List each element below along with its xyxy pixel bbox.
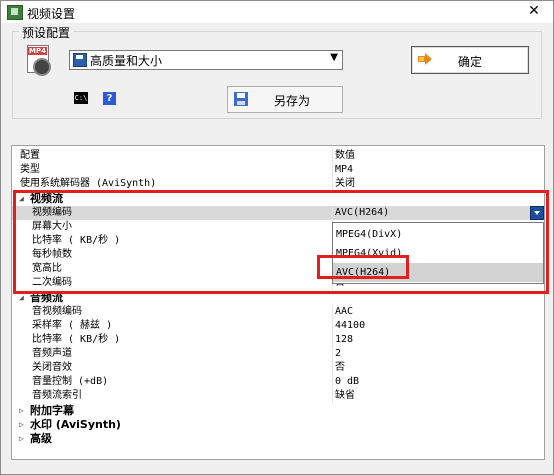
property-row-type[interactable]: 类型 MP4 [12,163,544,177]
ok-button[interactable]: 确定 [411,46,529,74]
expand-icon[interactable]: ▷ [19,418,24,432]
category-subtitles[interactable]: ▷ 附加字幕 [12,404,544,418]
preset-select[interactable]: 高质量和大小 ▼ [69,50,343,70]
property-row-audio-codec[interactable]: 音视频编码 AAC [12,305,544,319]
save-as-label: 另存为 [273,94,310,108]
property-row-audio-stream-index[interactable]: 音频流索引 缺省 [12,389,544,403]
header-value: 数值 [335,150,355,161]
header-key: 配置 [20,150,40,161]
property-row-sample-rate[interactable]: 采样率 ( 赫兹 ) 44100 [12,319,544,333]
expand-icon[interactable]: ▷ [19,432,24,446]
avc-option-highlight [317,255,409,279]
video-settings-window: 视频设置 ✕ 预设配置 MP4 高质量和大小 ▼ 确定 C:\ ? 另存为 配置 [0,0,554,475]
chevron-down-icon[interactable]: ▼ [330,52,338,63]
property-row-audio-bitrate[interactable]: 比特率 ( KB/秒 ) 128 [12,333,544,347]
close-icon[interactable]: ✕ [521,2,547,20]
ok-button-label: 确定 [457,55,482,69]
window-title: 视频设置 [27,7,76,21]
mp4-file-icon: MP4 [27,45,51,76]
app-icon [7,5,23,20]
floppy-icon [73,53,87,67]
expand-icon[interactable]: ▷ [19,404,24,418]
grid-header: 配置 数值 [12,149,544,163]
category-advanced[interactable]: ▷ 高级 [12,432,544,446]
help-icon[interactable]: ? [103,92,116,105]
save-as-button[interactable]: 另存为 [227,86,343,113]
video-section-highlight [13,190,549,294]
property-row-mute[interactable]: 关闭音效 否 [12,361,544,375]
preset-select-value: 高质量和大小 [90,54,163,68]
category-watermark[interactable]: ▷ 水印 (AviSynth) [12,418,544,432]
title-bar: 视频设置 ✕ [1,1,553,23]
preset-group-label: 预设配置 [19,24,74,41]
property-row-channels[interactable]: 音频声道 2 [12,347,544,361]
property-row-volume[interactable]: 音量控制 (+dB) 0 dB [12,375,544,389]
property-row-system-decoder[interactable]: 使用系统解码器 (AviSynth) 关闭 [12,177,544,191]
command-prompt-icon[interactable]: C:\ [74,92,88,104]
